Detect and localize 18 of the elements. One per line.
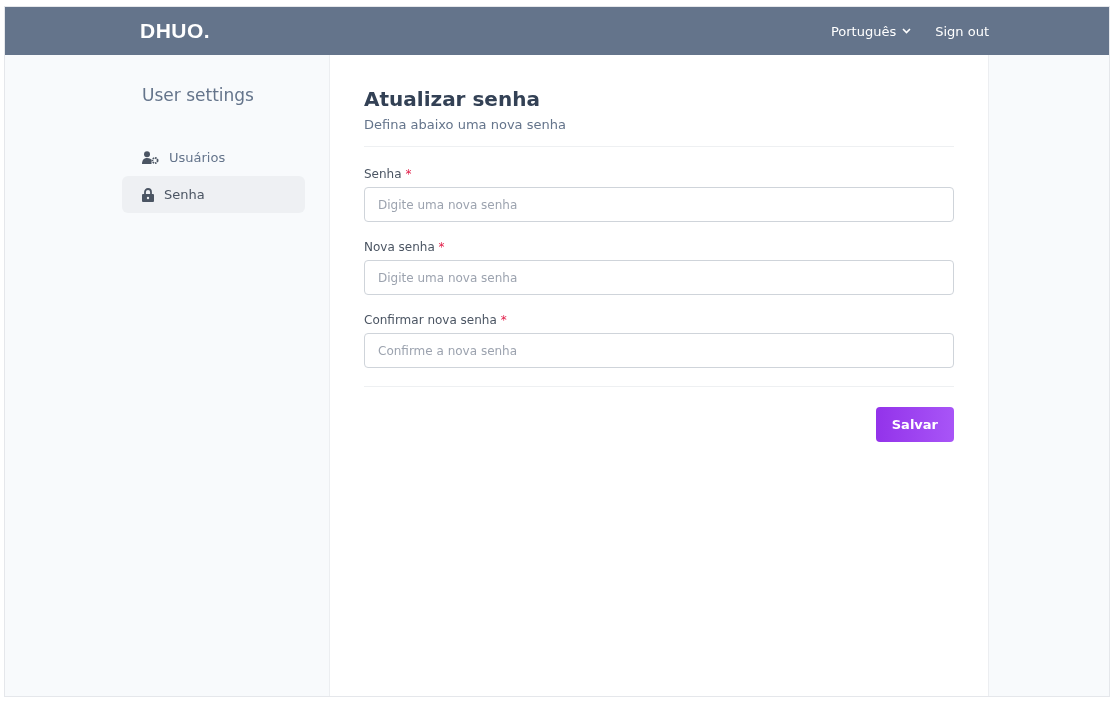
language-dropdown[interactable]: Português (830, 23, 912, 39)
field-label: Confirmar nova senha * (364, 313, 508, 327)
field-label: Nova senha * (364, 240, 446, 254)
sidebar-title: User settings (141, 85, 255, 105)
sign-out-link[interactable]: Sign out (935, 23, 989, 39)
chevron-down-icon (902, 28, 912, 34)
user-gear-icon (142, 151, 159, 164)
password-field[interactable]: Confirme a nova senha (364, 333, 954, 368)
password-field[interactable]: Digite uma nova senha (364, 187, 954, 222)
password-field[interactable]: Digite uma nova senha (364, 260, 954, 295)
field-label: Senha * (364, 167, 413, 181)
sidebar-item[interactable]: Senha (122, 176, 305, 213)
sidebar-item[interactable]: Usuários (122, 139, 305, 176)
logo: DHUO. (140, 19, 211, 43)
save-button[interactable]: Salvar (875, 407, 954, 442)
page-subtitle: Defina abaixo uma nova senha (364, 117, 567, 132)
lock-icon (142, 187, 154, 202)
page-title: Atualizar senha (364, 87, 541, 111)
